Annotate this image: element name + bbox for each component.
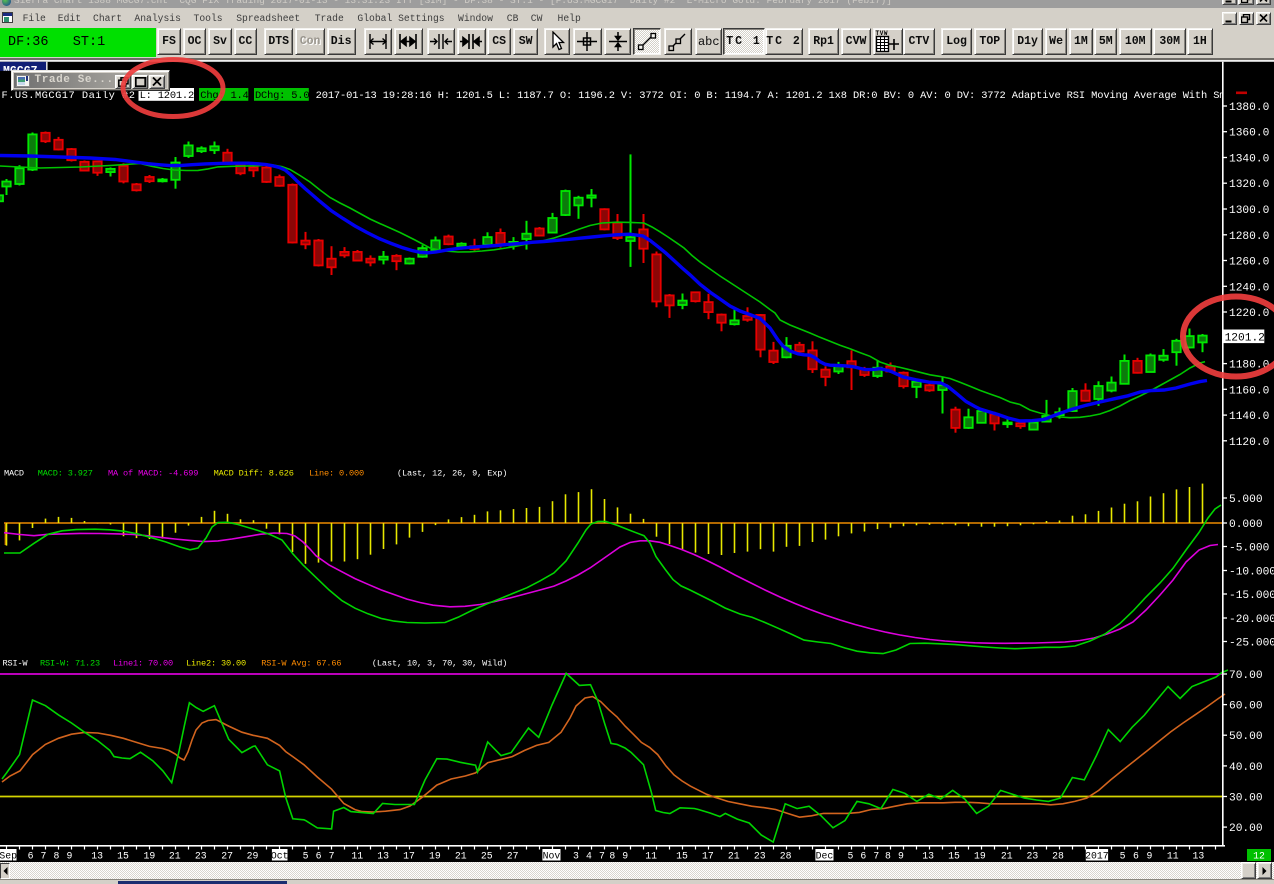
svg-text:12: 12 xyxy=(1253,851,1265,862)
svg-text:23: 23 xyxy=(754,851,766,862)
svg-text:3: 3 xyxy=(573,851,579,862)
svg-text:13: 13 xyxy=(91,851,103,862)
svg-text:1120.0: 1120.0 xyxy=(1229,437,1270,449)
svg-text:RSI-W: 71.23: RSI-W: 71.23 xyxy=(40,659,100,669)
svg-text:5: 5 xyxy=(1120,851,1126,862)
svg-text:13: 13 xyxy=(922,851,934,862)
svg-text:40.00: 40.00 xyxy=(1229,762,1263,774)
svg-text:MACD: MACD xyxy=(4,469,24,479)
svg-text:9: 9 xyxy=(898,851,904,862)
svg-text:23: 23 xyxy=(195,851,207,862)
svg-text:Oct: Oct xyxy=(271,851,289,862)
svg-text:25: 25 xyxy=(481,851,493,862)
svg-text:8: 8 xyxy=(54,851,60,862)
svg-text:11: 11 xyxy=(1167,851,1179,862)
svg-text:Line1: 70.00: Line1: 70.00 xyxy=(113,659,173,669)
svg-text:11: 11 xyxy=(645,851,657,862)
svg-text:-25.000: -25.000 xyxy=(1229,638,1274,650)
svg-text:L: 1201.2: L: 1201.2 xyxy=(140,90,195,102)
svg-text:1360.0: 1360.0 xyxy=(1229,128,1270,140)
svg-text:0.000: 0.000 xyxy=(1229,519,1263,531)
svg-text:5: 5 xyxy=(303,851,309,862)
svg-text:1320.0: 1320.0 xyxy=(1229,179,1270,191)
svg-text:RSI-W: RSI-W xyxy=(3,659,29,669)
svg-text:11: 11 xyxy=(351,851,363,862)
svg-text:Nov: Nov xyxy=(543,851,561,862)
svg-text:19: 19 xyxy=(144,851,156,862)
svg-text:17: 17 xyxy=(403,851,415,862)
svg-text:1160.0: 1160.0 xyxy=(1229,385,1270,397)
svg-text:2017: 2017 xyxy=(1085,851,1109,862)
svg-text:27: 27 xyxy=(507,851,519,862)
svg-text:2017-01-13 19:28:16 H: 1201.5: 2017-01-13 19:28:16 H: 1201.5 L: 1187.7 … xyxy=(316,90,1238,102)
svg-text:7: 7 xyxy=(873,851,879,862)
svg-text:MACD Diff: 8.626: MACD Diff: 8.626 xyxy=(214,469,294,479)
svg-text:19: 19 xyxy=(429,851,441,862)
svg-text:50.00: 50.00 xyxy=(1229,731,1263,743)
svg-text:1280.0: 1280.0 xyxy=(1229,231,1270,243)
svg-text:1340.0: 1340.0 xyxy=(1229,154,1270,166)
svg-text:15: 15 xyxy=(117,851,129,862)
svg-text:8: 8 xyxy=(609,851,615,862)
svg-text:9: 9 xyxy=(1146,851,1152,862)
svg-text:13: 13 xyxy=(1193,851,1205,862)
svg-text:28: 28 xyxy=(780,851,792,862)
svg-text:21: 21 xyxy=(455,851,467,862)
svg-text:-15.000: -15.000 xyxy=(1229,590,1274,602)
svg-text:F.US.MGCG17 Daily #2: F.US.MGCG17 Daily #2 xyxy=(2,90,136,102)
svg-text:Dec: Dec xyxy=(816,851,834,862)
svg-text:MACD: 3.927: MACD: 3.927 xyxy=(38,469,93,479)
svg-text:27: 27 xyxy=(221,851,233,862)
svg-text:1300.0: 1300.0 xyxy=(1229,205,1270,217)
svg-text:9: 9 xyxy=(66,851,72,862)
svg-text:20.00: 20.00 xyxy=(1229,823,1263,835)
svg-text:-10.000: -10.000 xyxy=(1229,567,1274,579)
svg-text:Line2: 30.00: Line2: 30.00 xyxy=(186,659,246,669)
svg-text:1140.0: 1140.0 xyxy=(1229,411,1270,423)
svg-text:1201.2: 1201.2 xyxy=(1225,333,1265,345)
svg-text:30.00: 30.00 xyxy=(1229,793,1263,805)
svg-text:RSI-W Avg: 67.66: RSI-W Avg: 67.66 xyxy=(261,659,341,669)
svg-text:1380.0: 1380.0 xyxy=(1229,102,1270,114)
svg-text:1240.0: 1240.0 xyxy=(1229,282,1270,294)
svg-text:MA of MACD: -4.699: MA of MACD: -4.699 xyxy=(108,469,198,479)
svg-text:21: 21 xyxy=(169,851,181,862)
svg-text:1260.0: 1260.0 xyxy=(1229,257,1270,269)
svg-text:9: 9 xyxy=(622,851,628,862)
svg-text:6: 6 xyxy=(28,851,34,862)
svg-text:1180.0: 1180.0 xyxy=(1229,360,1270,372)
svg-text:29: 29 xyxy=(247,851,259,862)
svg-text:(Last, 12, 26, 9, Exp): (Last, 12, 26, 9, Exp) xyxy=(397,469,507,479)
svg-text:Chg: 1.4: Chg: 1.4 xyxy=(200,90,249,102)
svg-text:-20.000: -20.000 xyxy=(1229,614,1274,626)
svg-text:DChg: 5.0: DChg: 5.0 xyxy=(255,90,310,102)
svg-text:21: 21 xyxy=(728,851,740,862)
svg-text:7: 7 xyxy=(41,851,47,862)
svg-text:23: 23 xyxy=(1027,851,1039,862)
svg-text:6: 6 xyxy=(860,851,866,862)
svg-text:21: 21 xyxy=(1001,851,1013,862)
svg-text:19: 19 xyxy=(974,851,986,862)
svg-text:7: 7 xyxy=(599,851,605,862)
svg-text:17: 17 xyxy=(702,851,714,862)
svg-text:60.00: 60.00 xyxy=(1229,701,1263,713)
svg-text:13: 13 xyxy=(377,851,389,862)
svg-text:7: 7 xyxy=(329,851,335,862)
svg-text:6: 6 xyxy=(316,851,322,862)
svg-text:1220.0: 1220.0 xyxy=(1229,308,1270,320)
svg-text:4: 4 xyxy=(586,851,592,862)
svg-text:15: 15 xyxy=(948,851,960,862)
svg-text:28: 28 xyxy=(1052,851,1064,862)
svg-text:Line: 0.000: Line: 0.000 xyxy=(309,469,364,479)
svg-text:8: 8 xyxy=(885,851,891,862)
svg-text:(Last, 10, 3, 70, 30, Wild): (Last, 10, 3, 70, 30, Wild) xyxy=(372,659,508,669)
svg-text:5: 5 xyxy=(847,851,853,862)
svg-text:5.000: 5.000 xyxy=(1229,494,1263,506)
svg-text:6: 6 xyxy=(1133,851,1139,862)
svg-text:-5.000: -5.000 xyxy=(1229,543,1270,555)
svg-text:70.00: 70.00 xyxy=(1229,670,1263,682)
svg-text:Sep: Sep xyxy=(0,851,17,862)
svg-text:15: 15 xyxy=(676,851,688,862)
